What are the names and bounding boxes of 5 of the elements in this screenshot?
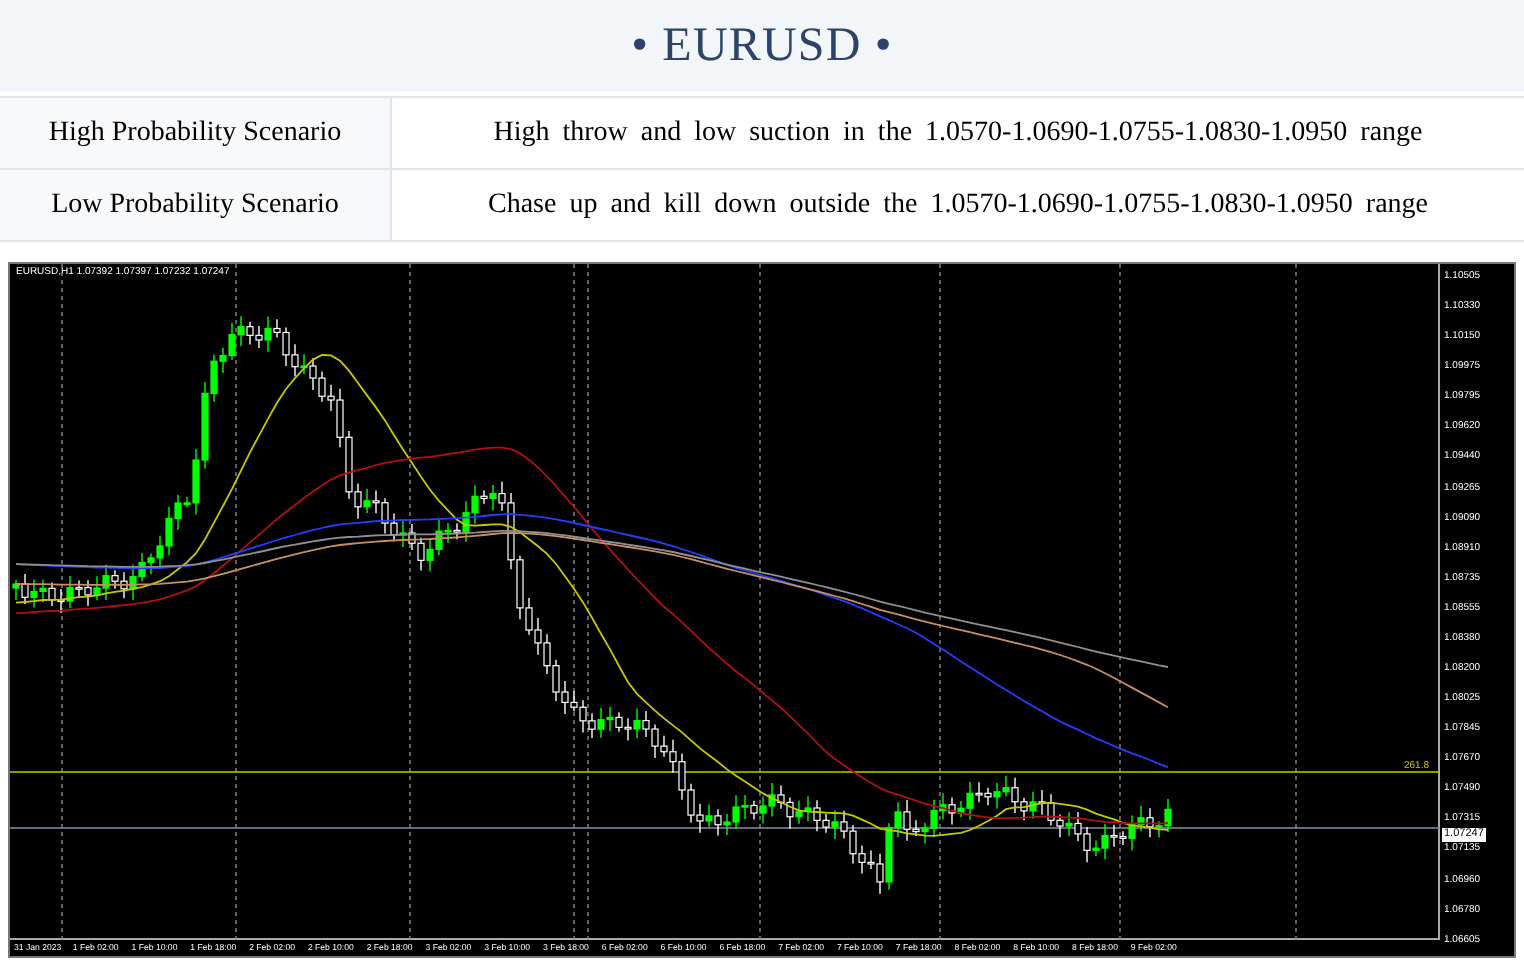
page-title: • EURUSD •: [631, 18, 893, 76]
scenario-label: High Probability Scenario: [48, 116, 342, 152]
scenario-description: Chase up and kill down outside the 1.0570-1.0690-1.0755-1.0830-1.0950 range: [488, 188, 1428, 224]
scenario-description: High throw and low suction in the 1.0570-1.0690-1.0755-1.0830-1.0950 range: [493, 116, 1423, 152]
scenario-label: Low Probability Scenario: [51, 188, 339, 224]
